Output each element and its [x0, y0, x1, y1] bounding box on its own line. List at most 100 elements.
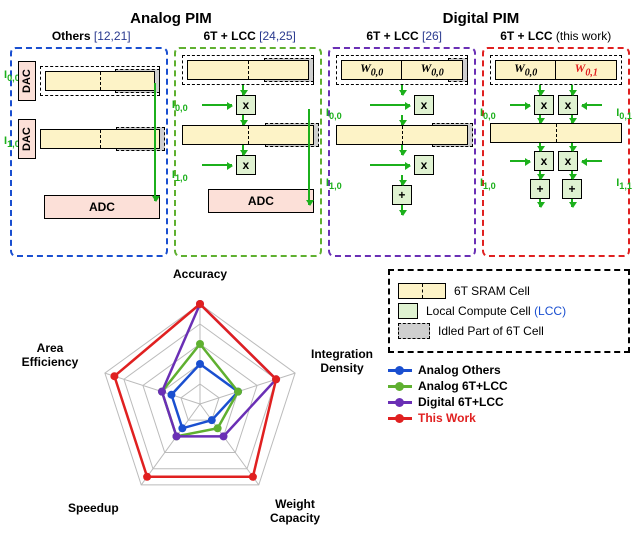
arrow-down-icon: [401, 145, 403, 155]
arrow-down-icon: [539, 115, 541, 123]
arrow-down-icon: [154, 83, 156, 201]
arrow-down-icon: [539, 143, 541, 151]
arrow-down-icon: [571, 115, 573, 123]
legend-series-this-work: This Work: [388, 411, 630, 425]
label-w00: W0,0: [360, 61, 383, 78]
sram-cell: [45, 71, 155, 91]
lcc-mul: x: [236, 95, 256, 115]
weight-cell: W0,1: [556, 60, 617, 80]
label-i00: I0,0: [172, 99, 188, 113]
label-i10: I1,0: [172, 169, 188, 183]
arrow-right-icon: [370, 104, 410, 106]
arrow-down-icon: [539, 85, 541, 95]
swatch-lcc-icon: [398, 303, 418, 319]
lcc-add: +: [530, 179, 550, 199]
idled-region: [265, 123, 319, 147]
legend-series-analog-others: Analog Others: [388, 363, 630, 377]
radar-svg: [10, 269, 380, 529]
label-w00: W0,0: [421, 61, 444, 78]
legend-series-digital-6t-lcc: Digital 6T+LCC: [388, 395, 630, 409]
right-legends: 6T SRAM Cell Local Compute Cell (LCC) Id…: [388, 269, 630, 532]
series-legend: Analog Others Analog 6T+LCC Digital 6T+L…: [388, 363, 630, 425]
radar-chart: Accuracy IntegrationDensity WeightCapaci…: [10, 269, 380, 532]
arrow-down-icon: [401, 85, 403, 95]
col0-header: Others [12,21]: [10, 29, 172, 43]
sram-cell: [490, 123, 622, 143]
panel-digital-6t-lcc: I0,0 I1,0 W0,0 W0,0 x x +: [328, 47, 476, 257]
adc-block: ADC: [208, 189, 314, 213]
legend-series-analog-6t-lcc: Analog 6T+LCC: [388, 379, 630, 393]
axis-area: AreaEfficiency: [10, 341, 90, 369]
label-i10: I1,0: [326, 177, 342, 191]
arrow-down-icon: [571, 199, 573, 207]
idled-region: [448, 58, 468, 82]
sram-row: [40, 66, 160, 96]
label-w01: W0,1: [575, 61, 598, 78]
swatch-idle-icon: [398, 323, 430, 339]
idled-region: [264, 58, 314, 82]
lcc-mul: x: [534, 95, 554, 115]
sram-row: [182, 55, 314, 85]
arrow-down-icon: [401, 115, 403, 125]
label-i01: I0,1: [616, 107, 632, 121]
panel-analog-6t-lcc: I0,0 I1,0 x x ADC: [174, 47, 322, 257]
idled-region: [432, 123, 473, 147]
axis-weight: WeightCapacity: [260, 497, 330, 525]
legend-lcc: Local Compute Cell (LCC): [398, 303, 620, 319]
arrow-down-icon: [571, 171, 573, 179]
arrow-down-icon: [571, 143, 573, 151]
lcc-mul: x: [558, 151, 578, 171]
idled-region: [116, 127, 165, 151]
block-legend: 6T SRAM Cell Local Compute Cell (LCC) Id…: [388, 269, 630, 353]
arrow-down-icon: [242, 115, 244, 125]
bottom-row: Accuracy IntegrationDensity WeightCapaci…: [10, 269, 630, 532]
label-i00: I0,0: [480, 107, 496, 121]
series-marker-icon: [388, 417, 412, 420]
label-w00: W0,0: [514, 61, 537, 78]
panel-analog-others: I0,0 I1,0 DAC DAC ADC: [10, 47, 168, 257]
column-headers: Others [12,21] 6T + LCC [24,25] 6T + LCC…: [10, 29, 630, 43]
series-marker-icon: [388, 401, 412, 404]
legend-sram: 6T SRAM Cell: [398, 283, 620, 299]
panel-this-work: I0,0 I0,1 I1,0 I1,1 W0,0 W0,1 x x: [482, 47, 630, 257]
arrow-right-icon: [370, 164, 410, 166]
category-headers: Analog PIM Digital PIM: [10, 10, 630, 27]
sram-cell: [40, 129, 160, 149]
series-marker-icon: [388, 369, 412, 372]
lcc-mul: x: [236, 155, 256, 175]
col1-header: 6T + LCC [24,25]: [172, 29, 327, 43]
sram-cell: [187, 60, 309, 80]
axis-integration: IntegrationDensity: [302, 347, 382, 375]
sram-cell: [182, 125, 314, 145]
header-digital: Digital PIM: [332, 10, 630, 27]
legend-idled: Idled Part of 6T Cell: [398, 323, 620, 339]
arrow-down-icon: [539, 171, 541, 179]
sram-row: W0,0 W0,0: [336, 55, 468, 85]
arrow-right-icon: [202, 104, 232, 106]
col2-header: 6T + LCC [26]: [327, 29, 482, 43]
arrow-right-icon: [202, 164, 232, 166]
label-i10: I1,0: [480, 177, 496, 191]
label-i11: I1,1: [616, 177, 632, 191]
arrow-down-icon: [308, 109, 310, 205]
arrow-down-icon: [401, 175, 403, 185]
lcc-add: +: [562, 179, 582, 199]
weight-cell: W0,0: [402, 60, 463, 80]
series-marker-icon: [388, 385, 412, 388]
arrow-down-icon: [242, 85, 244, 95]
dac-block: DAC: [18, 61, 36, 101]
axis-accuracy: Accuracy: [173, 267, 227, 281]
col3-header: 6T + LCC (this work): [481, 29, 630, 43]
arrow-down-icon: [539, 199, 541, 207]
swatch-sram-icon: [398, 283, 446, 299]
arrow-down-icon: [242, 145, 244, 155]
lcc-mul: x: [558, 95, 578, 115]
arrow-left-icon: [582, 104, 602, 106]
sram-row: W0,0 W0,1: [490, 55, 622, 85]
axis-speedup: Speedup: [68, 501, 119, 515]
lcc-mul: x: [414, 155, 434, 175]
arrow-left-icon: [582, 160, 602, 162]
sram-cell: [336, 125, 468, 145]
lcc-mul: x: [414, 95, 434, 115]
lcc-mul: x: [534, 151, 554, 171]
